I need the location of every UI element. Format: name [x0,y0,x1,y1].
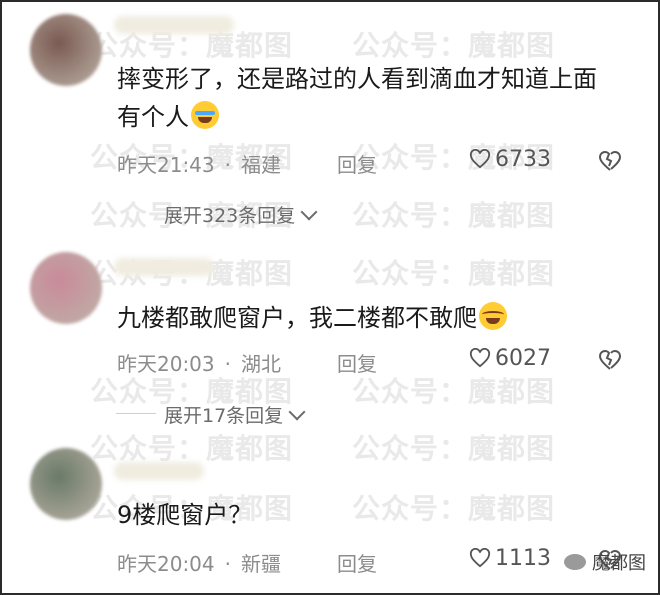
heart-icon [469,548,491,568]
comment-meta: 昨天20:03 · 湖北 [117,352,281,376]
avatar[interactable] [30,252,102,324]
thread-divider [116,413,156,414]
publisher-logo: 魔都图 [564,549,646,575]
like-button[interactable]: 1113 [469,546,551,571]
expand-replies-label: 展开323条回复 [164,205,296,227]
expand-replies-button[interactable]: 展开323条回复 [164,201,318,228]
watermark: 公众号：魔都图 [352,375,556,408]
username-redacted [114,462,204,480]
comment-body: 9楼爬窗户？ [117,501,253,529]
comment-meta: 昨天20:04 · 新疆 [117,552,281,576]
watermark: 公众号：魔都图 [352,432,556,465]
avatar[interactable] [30,14,102,86]
wechat-icon [564,554,586,570]
like-count: 6733 [495,147,551,172]
watermark: 公众号：魔都图 [352,29,556,62]
reply-button[interactable]: 回复 [337,348,377,377]
watermark: 公众号：魔都图 [352,199,556,232]
expand-replies-label: 展开17条回复 [164,405,284,427]
logo-text: 魔都图 [592,553,646,574]
comment-time: 昨天21:43 [117,153,215,177]
comment-time: 昨天20:03 [117,352,215,376]
comment-text: 九楼都敢爬窗户，我二楼都不敢爬 [117,299,598,337]
username-redacted [114,16,234,34]
comment-text: 9楼爬窗户？ [117,496,598,534]
comment-text: 摔变形了，还是路过的人看到滴血才知道上面有个人 [117,60,598,136]
like-button[interactable]: 6733 [469,147,551,172]
like-count: 6027 [495,346,551,371]
avatar[interactable] [30,448,102,520]
username-redacted [114,258,214,276]
comment-meta: 昨天21:43 · 福建 [117,153,281,177]
heart-icon [469,149,491,169]
chevron-down-icon [300,203,318,221]
comment-feed: 公众号：魔都图 公众号：魔都图 公众号：魔都图 公众号：魔都图 公众号：魔都图 … [0,0,660,595]
reply-button[interactable]: 回复 [337,548,377,577]
like-count: 1113 [495,546,551,571]
comment-body: 摔变形了，还是路过的人看到滴血才知道上面有个人 [117,65,597,131]
heart-icon [469,348,491,368]
broken-heart-icon[interactable] [598,348,622,372]
like-button[interactable]: 6027 [469,346,551,371]
expand-replies-button[interactable]: 展开17条回复 [164,401,306,428]
reply-button[interactable]: 回复 [337,149,377,178]
comment-location: 新疆 [241,552,281,576]
watermark: 公众号：魔都图 [352,257,556,290]
broken-heart-icon[interactable] [598,149,622,173]
crying-emoji-icon [191,101,219,129]
watermark: 公众号：魔都图 [90,432,294,465]
comment-location: 湖北 [241,352,281,376]
comment-time: 昨天20:04 [117,552,215,576]
comment-body: 九楼都敢爬窗户，我二楼都不敢爬 [117,304,477,332]
laughing-emoji-icon [479,302,507,330]
comment-location: 福建 [241,153,281,177]
chevron-down-icon [288,403,306,421]
